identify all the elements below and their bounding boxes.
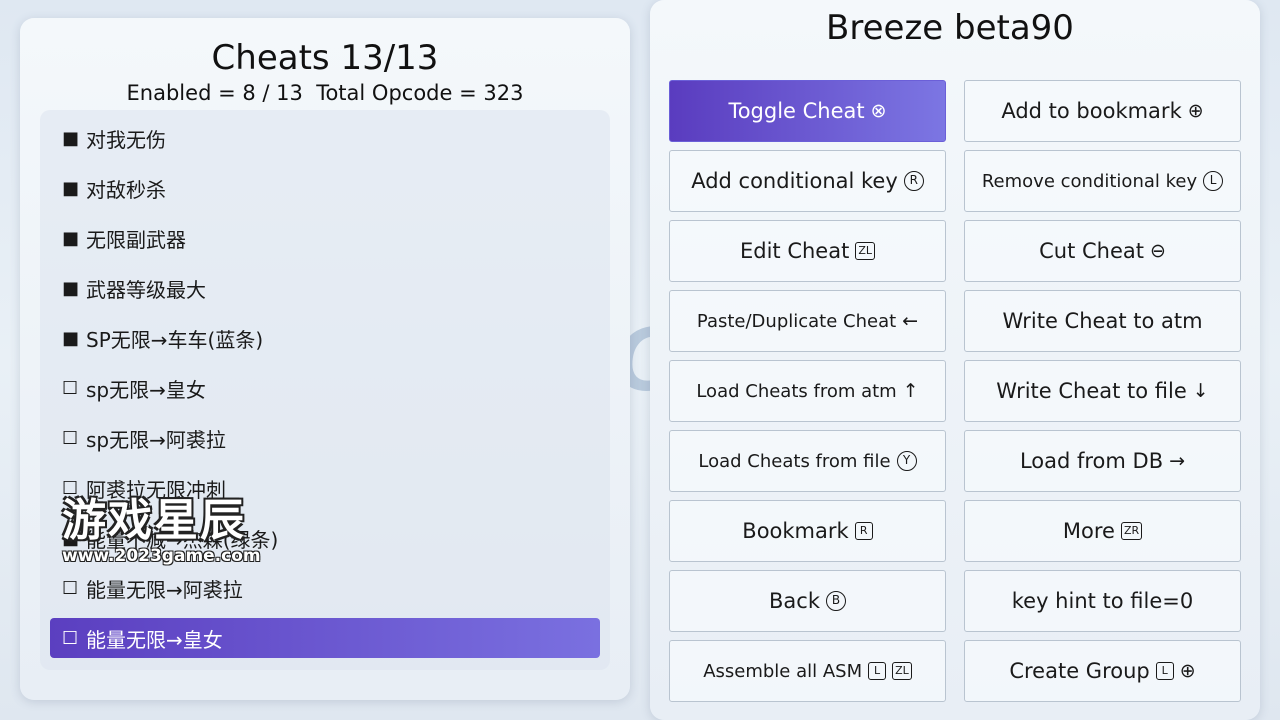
button-label: More <box>1062 519 1115 543</box>
toggle-cheat-button[interactable]: Toggle Cheat ⊗ <box>669 80 946 142</box>
button-label: Create Group <box>1009 659 1150 683</box>
l-button-icon: L <box>1155 662 1174 680</box>
app-title: Breeze beta90 <box>826 8 1074 48</box>
checkbox-icon: ■ <box>62 527 80 549</box>
a-button-icon: ⊗ <box>870 100 887 122</box>
l-button-icon: L <box>868 662 887 680</box>
button-label: Add to bookmark <box>1001 99 1182 123</box>
cheat-item[interactable]: ■ 武器等级最大 <box>50 268 600 308</box>
key-hint-to-file-button[interactable]: key hint to file=0 <box>964 570 1241 632</box>
cheat-label: 对敌秒杀 <box>86 177 166 202</box>
dpad-right-icon: → <box>1169 450 1186 472</box>
cheat-item[interactable]: ■ 对我无伤 <box>50 118 600 158</box>
button-label: Bookmark <box>742 519 849 543</box>
cheat-label: 武器等级最大 <box>86 277 206 302</box>
cheat-label: sp无限→阿裘拉 <box>86 427 226 452</box>
checkbox-icon: ■ <box>62 127 80 149</box>
remove-conditional-key-button[interactable]: Remove conditional key L <box>964 150 1241 212</box>
button-label: Cut Cheat <box>1039 239 1144 263</box>
dpad-down-icon: ↓ <box>1192 380 1209 402</box>
cheat-item[interactable]: ☐ sp无限→阿裘拉 <box>50 418 600 458</box>
cheat-item[interactable]: ☐ sp无限→皇女 <box>50 368 600 408</box>
cheat-list-panel: Cheats 13/13 Enabled = 8 / 13 Total Opco… <box>20 18 630 700</box>
cheat-item[interactable]: ☐ 阿裘拉无限冲刺 <box>50 468 600 508</box>
cheat-item[interactable]: ☐ 能量无限→阿裘拉 <box>50 568 600 608</box>
right-stick-icon: R <box>903 171 924 191</box>
cheat-label: 无限副武器 <box>86 227 186 252</box>
b-button-icon: B <box>825 591 846 611</box>
cheat-item[interactable]: ■ SP无限→车车(蓝条) <box>50 318 600 358</box>
checkbox-icon: ■ <box>62 177 80 199</box>
load-from-db-button[interactable]: Load from DB → <box>964 430 1241 492</box>
button-label: Load Cheats from file <box>698 450 891 472</box>
button-label: Toggle Cheat <box>728 99 865 123</box>
button-label: Remove conditional key <box>981 170 1198 192</box>
cheat-label: 阿裘拉无限冲刺 <box>86 477 226 502</box>
checkbox-icon: ☐ <box>62 477 79 499</box>
r-button-icon: R <box>854 522 873 540</box>
dpad-left-icon: ← <box>902 310 919 332</box>
checkbox-icon: ☐ <box>62 627 79 649</box>
paste-duplicate-cheat-button[interactable]: Paste/Duplicate Cheat ← <box>669 290 946 352</box>
load-cheats-from-file-button[interactable]: Load Cheats from file Y <box>669 430 946 492</box>
checkbox-icon: ■ <box>62 277 80 299</box>
create-group-button[interactable]: Create Group L ⊕ <box>964 640 1241 702</box>
minus-button-icon: ⊖ <box>1149 240 1166 262</box>
cheat-label: SP无限→车车(蓝条) <box>86 327 264 352</box>
back-button[interactable]: Back B <box>669 570 946 632</box>
cheat-label: 能量不减→杰森(绿条) <box>86 527 279 552</box>
checkbox-icon: ■ <box>62 227 80 249</box>
menu-panel: Breeze beta90 Toggle Cheat ⊗ Add to bookm… <box>650 0 1260 720</box>
button-label: Write Cheat to file <box>996 379 1187 403</box>
cut-cheat-button[interactable]: Cut Cheat ⊖ <box>964 220 1241 282</box>
dpad-up-icon: ↑ <box>902 380 919 402</box>
checkbox-icon: ☐ <box>62 377 79 399</box>
checkbox-icon: ☐ <box>62 577 79 599</box>
add-conditional-key-button[interactable]: Add conditional key R <box>669 150 946 212</box>
button-label: Load from DB <box>1019 449 1164 473</box>
write-cheat-to-atm-button[interactable]: Write Cheat to atm <box>964 290 1241 352</box>
more-button[interactable]: More ZR <box>964 500 1241 562</box>
button-label: Paste/Duplicate Cheat <box>696 310 897 332</box>
checkbox-icon: ☐ <box>62 427 79 449</box>
button-label: Load Cheats from atm <box>696 380 897 402</box>
cheat-label: 对我无伤 <box>86 127 166 152</box>
button-label: Assemble all ASM <box>703 660 863 682</box>
cheat-label: 能量无限→皇女 <box>86 627 223 652</box>
button-label: key hint to file=0 <box>1011 589 1194 613</box>
zl-button-icon: ZL <box>892 662 912 680</box>
checkbox-icon: ■ <box>62 327 80 349</box>
cheat-item-selected[interactable]: ☐ 能量无限→皇女 <box>50 618 600 658</box>
write-cheat-to-file-button[interactable]: Write Cheat to file ↓ <box>964 360 1241 422</box>
left-stick-icon: L <box>1203 171 1224 191</box>
cheat-label: 能量无限→阿裘拉 <box>86 577 243 602</box>
plus-button-icon: ⊕ <box>1179 660 1196 682</box>
edit-cheat-button[interactable]: Edit Cheat ZL <box>669 220 946 282</box>
cheat-item[interactable]: ■ 无限副武器 <box>50 218 600 258</box>
zl-button-icon: ZL <box>855 242 875 260</box>
cheat-item[interactable]: ■ 能量不减→杰森(绿条) <box>50 518 600 558</box>
assemble-all-asm-button[interactable]: Assemble all ASM L ZL <box>669 640 946 702</box>
y-button-icon: Y <box>896 451 917 471</box>
load-cheats-from-atm-button[interactable]: Load Cheats from atm ↑ <box>669 360 946 422</box>
cheats-summary: Enabled = 8 / 13 Total Opcode = 323 <box>126 81 524 105</box>
button-label: Add conditional key <box>691 169 898 193</box>
plus-button-icon: ⊕ <box>1187 100 1204 122</box>
button-label: Edit Cheat <box>739 239 850 263</box>
zr-button-icon: ZR <box>1120 522 1143 540</box>
cheats-title: Cheats 13/13 <box>211 38 439 78</box>
bookmark-button[interactable]: Bookmark R <box>669 500 946 562</box>
cheat-list: ■ 对我无伤 ■ 对敌秒杀 ■ 无限副武器 ■ 武器等级最大 ■ SP无限→车车(蓝条) … <box>40 110 610 670</box>
cheat-label: sp无限→皇女 <box>86 377 206 402</box>
cheat-item[interactable]: ■ 对敌秒杀 <box>50 168 600 208</box>
add-to-bookmark-button[interactable]: Add to bookmark ⊕ <box>964 80 1241 142</box>
button-label: Write Cheat to atm <box>1002 309 1203 333</box>
button-label: Back <box>769 589 820 613</box>
